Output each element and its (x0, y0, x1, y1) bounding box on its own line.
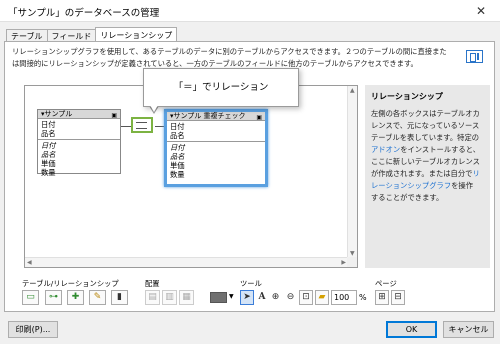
key-field: 日付 (41, 120, 56, 129)
add-relationship-button[interactable]: ⊶ (45, 290, 62, 305)
toolbar-group-label: テーブル/リレーションシップ (22, 279, 119, 288)
color-swatch[interactable] (210, 292, 227, 303)
close-icon[interactable]: ✕ (462, 0, 500, 22)
add-relationship-icon: ⊶ (49, 292, 58, 302)
page-setup-button[interactable]: ⊞ (375, 290, 389, 305)
zoom-unit: % (359, 293, 367, 302)
field: 日付 (41, 141, 56, 150)
field: 品名 (170, 152, 185, 161)
field: 単価 (41, 159, 56, 168)
chevron-down-icon[interactable]: ▼ (229, 293, 234, 300)
zoom-out-button[interactable]: ⊖ (284, 290, 297, 305)
key-field: 日付 (170, 122, 185, 131)
toolbar-group-label: ページ (375, 279, 397, 288)
scroll-right-icon[interactable]: ▶ (341, 259, 346, 266)
distribute-button[interactable]: ▥ (162, 290, 177, 305)
tocc-key-fields: 日付 品名 (38, 119, 120, 140)
print-button[interactable]: 印刷(P)... (8, 321, 58, 338)
text-tool-button[interactable]: A (256, 290, 268, 305)
scroll-left-icon[interactable]: ◀ (27, 259, 32, 266)
tocc-name: サンプル (44, 110, 73, 118)
note-icon: ▰ (318, 292, 326, 302)
scroll-corner (347, 257, 357, 267)
addon-link[interactable]: アドオン (371, 145, 400, 154)
field: 数量 (41, 168, 56, 177)
relationship-operator-box[interactable] (131, 117, 153, 133)
text-tool-icon: A (258, 292, 266, 302)
zoom-out-icon: ⊖ (286, 292, 295, 302)
duplicate-button[interactable]: ✚ (67, 290, 84, 305)
page-breaks-icon: ⊟ (394, 292, 402, 302)
add-table-button[interactable]: ▭ (22, 290, 39, 305)
relationship-description: リレーションシップグラフを使用して、あるテーブルのデータに別のテーブルからアクセ… (12, 47, 447, 68)
select-tool-button[interactable]: ➤ (240, 290, 254, 305)
toolbar-group-label: 配置 (145, 279, 160, 288)
key-field: 品名 (170, 131, 185, 140)
align-icon: ▤ (148, 292, 157, 302)
panel-toggle-icon[interactable] (466, 50, 483, 63)
horizontal-scrollbar[interactable]: ◀ ▶ (25, 257, 348, 267)
tocc-header: ▾サンプル 重複チェック ▣ (167, 112, 265, 121)
help-title: リレーションシップ (371, 92, 443, 101)
callout-bubble: 「＝」でリレーション (143, 68, 299, 107)
vertical-scrollbar[interactable]: ▲ ▼ (347, 86, 357, 258)
edit-button[interactable]: ✎ (89, 290, 106, 305)
cancel-button[interactable]: キャンセル (443, 321, 494, 338)
distribute-icon: ▥ (165, 292, 174, 302)
field: 数量 (170, 170, 185, 179)
tocc-name: サンプル 重複チェック (173, 112, 246, 120)
tab-relationships[interactable]: リレーションシップ (95, 27, 178, 42)
scroll-up-icon[interactable]: ▲ (350, 87, 355, 94)
toolbar-group-label: ツール (240, 279, 262, 288)
help-panel: リレーションシップ 左側の各ボックスはテーブルオカレンスで、元になっているソース… (365, 85, 490, 268)
table-occurrence-duplicate-check[interactable]: ▾サンプル 重複チェック ▣ 日付 品名 日付 品名 単価 数量 (164, 109, 268, 187)
callout-text: 「＝」でリレーション (173, 82, 269, 93)
fit-window-icon: ⊡ (302, 292, 310, 302)
scroll-down-icon[interactable]: ▼ (350, 250, 355, 257)
title-bar: 「サンプル」のデータベースの管理 ✕ (0, 0, 500, 22)
delete-button[interactable]: ▮ (111, 290, 128, 305)
resize-button[interactable]: ▦ (179, 290, 194, 305)
zoom-in-icon: ⊕ (271, 292, 280, 302)
tab-bar: テーブル フィールド リレーションシップ (6, 27, 178, 42)
resize-icon: ▦ (182, 292, 191, 302)
page-breaks-button[interactable]: ⊟ (391, 290, 405, 305)
tocc-key-fields: 日付 品名 (167, 121, 265, 142)
tocc-fields: 日付 品名 単価 数量 (167, 142, 265, 180)
field: 単価 (170, 161, 185, 170)
tocc-collapse-icon[interactable]: ▣ (111, 111, 117, 120)
add-table-icon: ▭ (26, 292, 35, 302)
zoom-input[interactable]: 100 (331, 290, 357, 305)
edit-pencil-icon: ✎ (93, 292, 102, 302)
note-button[interactable]: ▰ (315, 290, 329, 305)
window-title: 「サンプル」のデータベースの管理 (8, 8, 160, 19)
table-occurrence-sample[interactable]: ▾サンプル ▣ 日付 品名 日付 品名 単価 数量 (37, 109, 121, 177)
help-text-part: 左側の各ボックスはテーブルオカレンスで、元になっているソーステーブルを表していま… (371, 109, 480, 142)
pointer-icon: ➤ (243, 292, 251, 302)
tocc-collapse-icon[interactable]: ▣ (256, 113, 262, 122)
ok-button[interactable]: OK (386, 321, 437, 338)
zoom-in-button[interactable]: ⊕ (269, 290, 282, 305)
tocc-fields: 日付 品名 単価 数量 (38, 140, 120, 178)
page-setup-icon: ⊞ (378, 292, 386, 302)
delete-icon: ▮ (117, 292, 122, 302)
field: 日付 (170, 143, 185, 152)
callout-tail-fill (150, 105, 158, 112)
key-field: 品名 (41, 129, 56, 138)
help-text: 左側の各ボックスはテーブルオカレンスで、元になっているソーステーブルを表していま… (371, 108, 480, 204)
relationship-graph[interactable]: ▲ ▼ ◀ ▶ ▾サンプル ▣ 日付 品名 日付 品名 単価 数量 ▾サンプル … (24, 85, 358, 268)
tocc-header: ▾サンプル ▣ (38, 110, 120, 119)
duplicate-icon: ✚ (71, 292, 80, 302)
field: 品名 (41, 150, 56, 159)
align-button[interactable]: ▤ (145, 290, 160, 305)
fit-window-button[interactable]: ⊡ (299, 290, 313, 305)
